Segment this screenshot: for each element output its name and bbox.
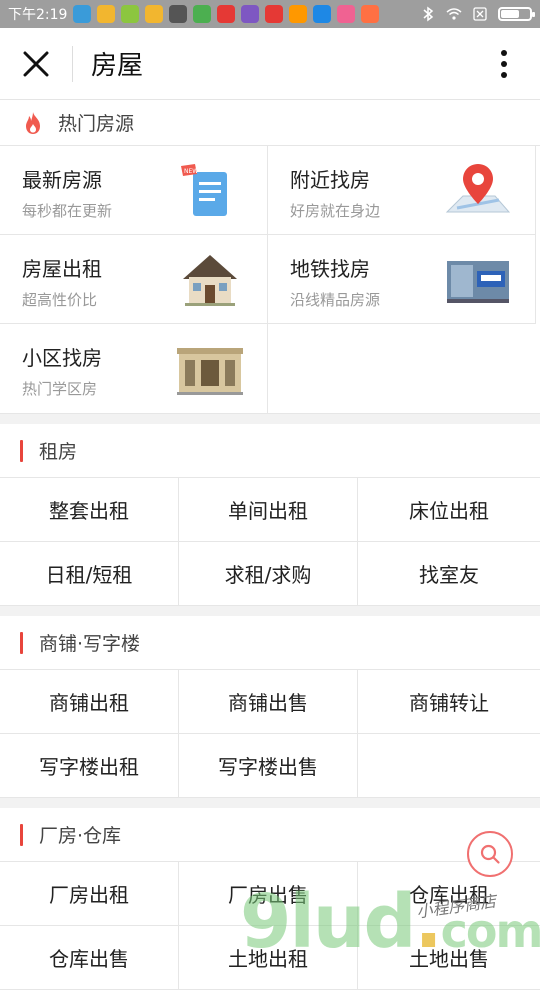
nav-divider	[72, 45, 73, 82]
option-shop-rent[interactable]: 商铺出租	[0, 670, 179, 734]
close-button[interactable]	[0, 28, 72, 100]
hot-item-name: 最新房源	[22, 168, 102, 192]
app-icon	[289, 5, 308, 23]
section-gap	[0, 798, 540, 808]
section-gap	[0, 606, 540, 616]
option-want-rent[interactable]: 求租/求购	[179, 542, 358, 606]
hot-section-title: 热门房源	[58, 113, 135, 135]
option-whole-rent[interactable]: 整套出租	[0, 478, 179, 542]
app-icon	[337, 5, 356, 23]
option-factory-rent[interactable]: 厂房出租	[0, 862, 179, 926]
section-accent-bar	[20, 439, 23, 462]
option-empty	[358, 734, 540, 798]
option-factory-sale[interactable]: 厂房出售	[179, 862, 358, 926]
section-header-rent: 租房	[0, 424, 540, 478]
hot-grid-empty	[268, 324, 540, 414]
notification-icons	[73, 5, 380, 23]
section-header-factory-warehouse: 厂房·仓库	[0, 808, 540, 862]
house-icon	[183, 255, 237, 306]
hot-item-latest[interactable]: 最新房源 每秒都在更新 NEW	[0, 146, 268, 235]
app-icon	[193, 5, 212, 23]
hot-section-header: 热门房源	[0, 100, 540, 146]
wifi-icon	[446, 8, 462, 20]
hot-item-rent[interactable]: 房屋出租 超高性价比	[0, 235, 268, 324]
hot-item-subtitle: 每秒都在更新	[22, 202, 113, 220]
section-accent-bar	[20, 631, 23, 654]
app-icon	[169, 5, 188, 23]
hot-item-subtitle: 超高性价比	[22, 291, 98, 309]
floating-search-button[interactable]	[467, 831, 513, 877]
hot-item-name: 房屋出租	[22, 257, 102, 281]
close-icon	[23, 51, 49, 76]
battery-icon	[498, 7, 535, 21]
subway-icon	[447, 261, 509, 303]
option-warehouse-sale[interactable]: 仓库出售	[0, 926, 179, 990]
hot-item-subtitle: 好房就在身边	[290, 202, 381, 220]
section-title: 租房	[39, 441, 78, 463]
hot-item-subtitle: 热门学区房	[22, 380, 98, 398]
app-icon	[121, 5, 140, 23]
hot-item-nearby[interactable]: 附近找房 好房就在身边	[268, 146, 536, 235]
nav-bar: 房屋	[0, 28, 540, 100]
flame-icon	[26, 111, 40, 134]
more-vertical-icon	[501, 49, 507, 78]
hot-item-subtitle: 沿线精品房源	[290, 291, 381, 309]
page-title: 房屋	[91, 51, 144, 81]
more-button[interactable]	[468, 28, 540, 100]
section-header-shop-office: 商铺·写字楼	[0, 616, 540, 670]
option-shop-sale[interactable]: 商铺出售	[179, 670, 358, 734]
option-land-sale[interactable]: 土地出售	[358, 926, 540, 990]
app-icon	[145, 5, 164, 23]
building-icon	[177, 348, 243, 395]
option-office-rent[interactable]: 写字楼出租	[0, 734, 179, 798]
app-icon	[241, 5, 260, 23]
hot-item-name: 地铁找房	[290, 257, 370, 281]
section-title: 厂房·仓库	[39, 825, 122, 847]
app-icon	[73, 5, 92, 23]
option-land-rent[interactable]: 土地出租	[179, 926, 358, 990]
hot-item-subway[interactable]: 地铁找房 沿线精品房源	[268, 235, 536, 324]
map-pin-icon	[445, 164, 511, 213]
status-bar: 下午2:19	[0, 0, 540, 28]
option-roommate[interactable]: 找室友	[358, 542, 540, 606]
option-warehouse-rent[interactable]: 仓库出租	[358, 862, 540, 926]
section-accent-bar	[20, 823, 23, 846]
section-title: 商铺·写字楼	[39, 633, 141, 655]
section-gap	[0, 414, 540, 424]
option-daily-rent[interactable]: 日租/短租	[0, 542, 179, 606]
app-icon	[97, 5, 116, 23]
status-time: 下午2:19	[8, 7, 68, 23]
hot-item-name: 附近找房	[290, 168, 370, 192]
no-sim-icon	[473, 7, 487, 21]
app-icon	[313, 5, 332, 23]
option-office-sale[interactable]: 写字楼出售	[179, 734, 358, 798]
document-icon: NEW	[181, 164, 227, 216]
search-icon	[480, 844, 500, 864]
option-bed-rent[interactable]: 床位出租	[358, 478, 540, 542]
bluetooth-icon	[423, 6, 434, 22]
hot-item-community[interactable]: 小区找房 热门学区房	[0, 324, 268, 414]
app-icon	[217, 5, 236, 23]
app-icon	[361, 5, 380, 23]
app-icon	[265, 5, 284, 23]
option-room-rent[interactable]: 单间出租	[179, 478, 358, 542]
svg-text:NEW: NEW	[184, 168, 198, 175]
hot-item-name: 小区找房	[22, 346, 102, 370]
option-shop-transfer[interactable]: 商铺转让	[358, 670, 540, 734]
